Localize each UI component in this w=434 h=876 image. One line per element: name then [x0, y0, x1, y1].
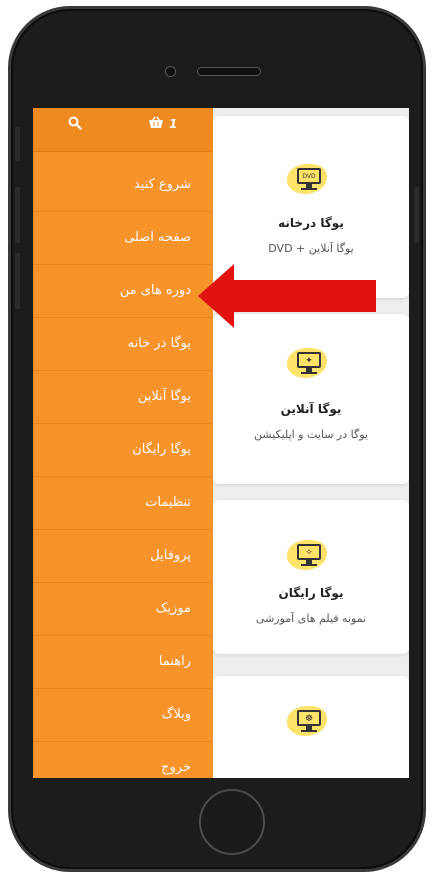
dvd-monitor-icon: DVD	[287, 164, 327, 194]
menu-item-online-yoga[interactable]: یوگا آنلاین	[33, 371, 213, 424]
menu-item-settings[interactable]: تنظیمات	[33, 477, 213, 530]
card-subtitle: نمونه فیلم های آموزشی	[255, 612, 367, 625]
course-card-meditation[interactable]: ☸	[213, 676, 409, 778]
course-card-online-yoga[interactable]: ✦ یوگا آنلاین یوگا در سایت و اپلیکیشن	[213, 314, 409, 484]
navigation-drawer: 1 شروع کنید صفحه اصلی دوره های من یوگا د…	[33, 108, 213, 778]
course-card-free-yoga[interactable]: ✧ یوگا رایگان نمونه فیلم های آموزشی	[213, 500, 409, 654]
menu-item-my-courses[interactable]: دوره های من	[33, 265, 213, 318]
menu-item-free-yoga[interactable]: یوگا رایگان	[33, 424, 213, 477]
card-title: یوگا درخانه	[278, 216, 344, 230]
search-icon[interactable]	[67, 116, 83, 132]
pointer-arrow-icon	[198, 264, 376, 328]
meditation-monitor-icon: ☸	[287, 706, 327, 736]
card-subtitle: یوگا آنلاین + DVD	[268, 242, 354, 255]
card-title: یوگا آنلاین	[280, 402, 342, 416]
course-list: DVD یوگا درخانه یوگا آنلاین + DVD ✦ یوگا…	[213, 108, 409, 778]
front-camera	[165, 66, 176, 77]
app-screen: DVD یوگا درخانه یوگا آنلاین + DVD ✦ یوگا…	[33, 108, 409, 778]
yoga-stand-monitor-icon: ✧	[287, 540, 327, 570]
earpiece-speaker	[197, 67, 261, 76]
menu-item-blog[interactable]: وبلاگ	[33, 689, 213, 742]
card-title: یوگا رایگان	[278, 586, 344, 600]
menu-item-profile[interactable]: پروفایل	[33, 530, 213, 583]
power-button	[414, 187, 419, 243]
menu-item-logout[interactable]: خروج	[33, 742, 213, 778]
drawer-header: 1	[33, 108, 213, 152]
yoga-pose-monitor-icon: ✦	[287, 348, 327, 378]
menu-item-home-yoga[interactable]: یوگا در خانه	[33, 318, 213, 371]
card-subtitle: یوگا در سایت و اپلیکیشن	[254, 428, 368, 441]
menu-item-home[interactable]: صفحه اصلی	[33, 212, 213, 265]
menu-item-help[interactable]: راهنما	[33, 636, 213, 689]
menu-item-music[interactable]: موزیک	[33, 583, 213, 636]
cart-icon[interactable]	[147, 116, 165, 132]
volume-up-button	[15, 187, 20, 243]
cart-count-badge: 1	[169, 117, 178, 131]
home-button[interactable]	[199, 789, 265, 855]
menu-item-get-started[interactable]: شروع کنید	[33, 159, 213, 212]
volume-down-button	[15, 253, 20, 309]
mute-switch	[15, 127, 20, 161]
